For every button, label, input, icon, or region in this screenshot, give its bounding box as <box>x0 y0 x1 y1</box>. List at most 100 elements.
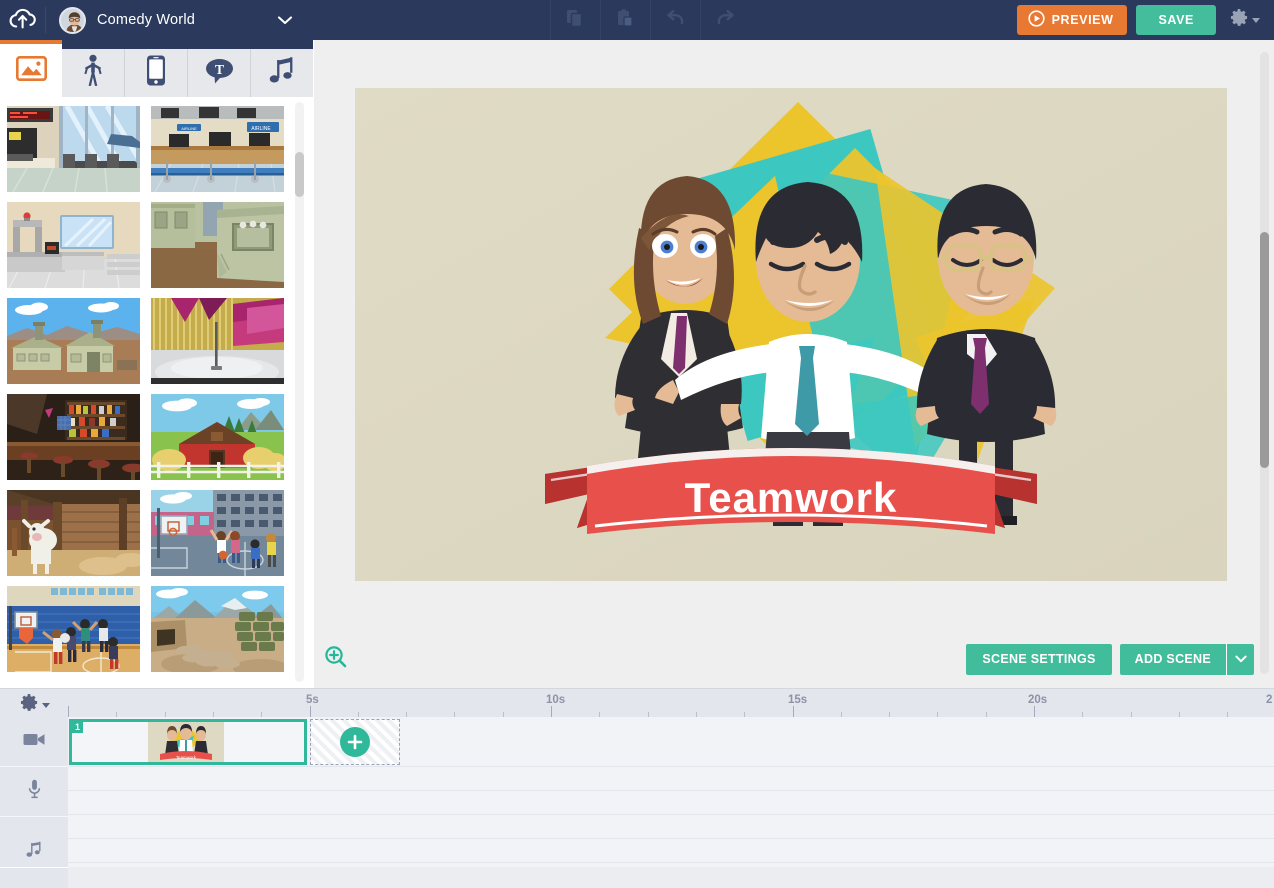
add-scene-placeholder[interactable] <box>310 719 400 765</box>
thumbnail-row: AIRLINE AIRLINE <box>7 106 313 192</box>
save-button[interactable]: SAVE <box>1136 5 1216 35</box>
thumb-outdoor-basketball-court[interactable] <box>151 490 284 576</box>
image-icon <box>15 55 47 86</box>
stage-scrollbar[interactable] <box>1260 52 1269 674</box>
copy-button[interactable] <box>549 0 600 40</box>
thumb-tv-studio-stage[interactable] <box>151 298 284 384</box>
svg-text:AIRLINE: AIRLINE <box>251 126 271 132</box>
text-bubble-icon: T <box>204 57 235 90</box>
redo-button[interactable] <box>699 0 750 40</box>
zoom-in-icon <box>324 645 348 674</box>
header-divider <box>45 7 46 33</box>
thumb-red-barn-farm[interactable] <box>151 394 284 480</box>
scene-canvas[interactable]: Teamwork <box>355 88 1227 581</box>
ruler-label-25s: 2 <box>1266 694 1273 706</box>
thumb-cow-in-stable[interactable] <box>7 490 140 576</box>
thumbnail-row <box>7 298 313 384</box>
thumbnail-row <box>7 586 313 672</box>
tab-props[interactable] <box>125 49 188 97</box>
add-scene-button[interactable]: ADD SCENE <box>1119 643 1226 675</box>
redo-icon <box>715 8 736 33</box>
app-logo-button[interactable] <box>0 0 45 40</box>
play-circle-icon <box>1028 10 1045 30</box>
background-thumbnail-grid: AIRLINE AIRLINE <box>0 97 313 688</box>
project-menu-chevron-down-icon[interactable] <box>277 12 293 28</box>
paste-button[interactable] <box>599 0 650 40</box>
ruler-label-10s: 10s <box>546 694 566 706</box>
ruler-label-5s: 5s <box>306 694 319 706</box>
timeline-footer-track-area <box>68 867 1274 888</box>
timeline-settings-button[interactable] <box>20 693 50 717</box>
timeline-footer <box>0 867 1274 888</box>
timeline-ruler[interactable]: 5s 10s 15s 20s 2 <box>68 689 1274 717</box>
thumb-indoor-basketball-gym[interactable] <box>7 586 140 672</box>
ruler-label-20s: 20s <box>1028 694 1048 706</box>
clip-thumbnail: Teamwork <box>148 722 224 762</box>
timeline-tracks: 1 Teamwork <box>68 717 1274 888</box>
svg-text:Teamwork: Teamwork <box>176 755 197 760</box>
preview-button[interactable]: PREVIEW <box>1016 5 1128 35</box>
scene-settings-button[interactable]: SCENE SETTINGS <box>966 643 1112 675</box>
avatar[interactable] <box>59 6 86 34</box>
table-row[interactable]: 1 Teamwork <box>69 719 307 765</box>
stage-area: Teamwork SCENE SETTINGS ADD SCENE <box>314 40 1274 688</box>
cloud-upload-icon <box>9 7 36 34</box>
thumb-bar-interior-night[interactable] <box>7 394 140 480</box>
caret-down-icon <box>42 702 50 708</box>
copy-icon <box>565 8 585 33</box>
gear-icon <box>1230 8 1249 32</box>
thumbnail-row <box>7 394 313 480</box>
svg-text:AIRLINE: AIRLINE <box>181 126 197 131</box>
track-voice-row-2[interactable] <box>68 791 1274 815</box>
gear-icon <box>20 693 39 717</box>
thumbnail-row <box>7 202 313 288</box>
library-panel: T AIRLINE AIRLINE <box>0 40 313 688</box>
thumb-airline-check-in-counters[interactable]: AIRLINE AIRLINE <box>151 106 284 192</box>
svg-text:T: T <box>214 62 223 77</box>
tab-audio[interactable] <box>251 49 313 97</box>
library-tabbar: T <box>0 40 313 97</box>
timeline-header: 5s 10s 15s 20s 2 <box>0 689 1274 717</box>
music-note-icon <box>26 841 42 864</box>
preview-label: PREVIEW <box>1051 13 1114 27</box>
clip-number: 1 <box>72 722 84 733</box>
timeline-body: 1 Teamwork <box>0 717 1274 888</box>
plus-icon <box>340 727 370 757</box>
topbar-actions: PREVIEW SAVE <box>1007 5 1274 35</box>
thumb-desert-sandbag-bunker[interactable] <box>151 586 284 672</box>
stage-bottom-bar: SCENE SETTINGS ADD SCENE <box>314 630 1274 688</box>
thumb-airport-security-scanner[interactable] <box>7 202 140 288</box>
thumbnail-row <box>7 490 313 576</box>
stage-scrollbar-thumb[interactable] <box>1260 232 1269 468</box>
track-voice-row-1[interactable] <box>68 767 1274 791</box>
zoom-in-button[interactable] <box>324 645 348 674</box>
scene-title-text: Teamwork <box>685 474 898 521</box>
track-video[interactable]: 1 Teamwork <box>68 717 1274 767</box>
track-gutter <box>0 717 68 888</box>
track-header-video[interactable] <box>0 717 68 767</box>
thumb-army-tent-interior[interactable] <box>151 202 284 288</box>
music-note-icon <box>269 56 296 91</box>
thumb-airport-terminal-lounge[interactable] <box>7 106 140 192</box>
track-music-row-1[interactable] <box>68 815 1274 839</box>
paste-icon <box>615 8 635 33</box>
thumb-military-barracks-desert[interactable] <box>7 298 140 384</box>
library-scrollbar[interactable] <box>295 102 304 682</box>
add-scene-chevron-down-icon[interactable] <box>1226 643 1254 675</box>
tab-text[interactable]: T <box>188 49 251 97</box>
track-music-row-2[interactable] <box>68 839 1274 863</box>
microphone-icon <box>28 779 41 804</box>
track-header-voice[interactable] <box>0 767 68 817</box>
add-scene-split-button: ADD SCENE <box>1119 643 1254 675</box>
tab-backgrounds[interactable] <box>0 40 62 97</box>
phone-icon <box>145 54 167 92</box>
library-scrollbar-thumb[interactable] <box>295 152 304 197</box>
undo-icon <box>665 8 686 33</box>
person-icon <box>81 54 105 92</box>
video-camera-icon <box>23 732 45 752</box>
settings-menu-button[interactable] <box>1230 8 1260 32</box>
undo-button[interactable] <box>649 0 700 40</box>
top-bar: Comedy World PREVIEW SAVE <box>0 0 1274 40</box>
tab-characters[interactable] <box>62 49 125 97</box>
page-title: Comedy World <box>97 12 196 28</box>
